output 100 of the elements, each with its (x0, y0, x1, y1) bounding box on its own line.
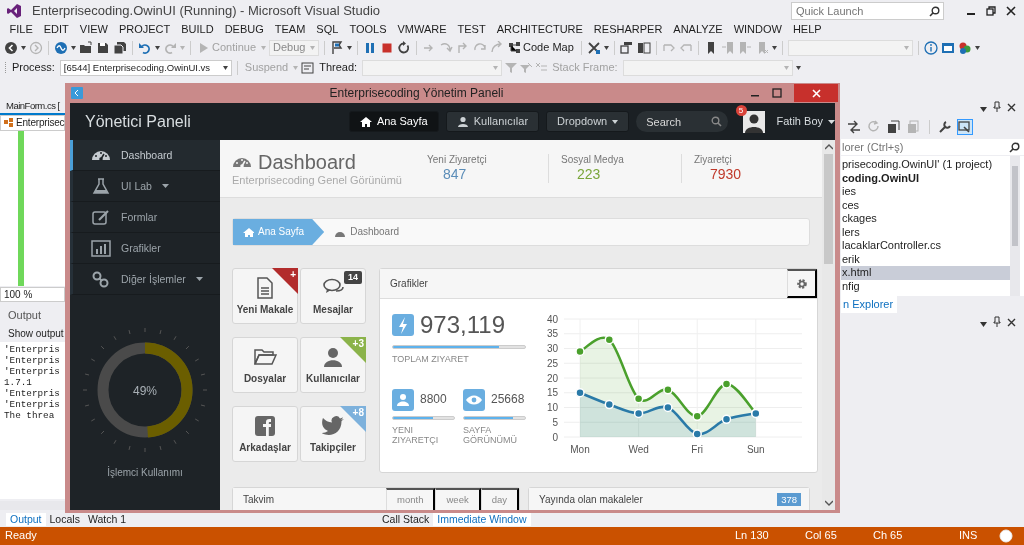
info-icon[interactable] (923, 41, 938, 55)
menu-item[interactable]: TEST (452, 23, 492, 37)
member-dropdown[interactable]: Enterprisec (0, 115, 65, 131)
tree-item[interactable]: ies (841, 185, 1010, 199)
panel-tab[interactable]: Immediate Window (433, 513, 531, 526)
close-button[interactable] (794, 84, 838, 102)
panel-tab[interactable]: n Explorer (841, 296, 898, 314)
scroll-thumb[interactable] (1012, 166, 1018, 246)
menu-item[interactable]: FILE (4, 23, 39, 37)
caret-icon[interactable] (155, 46, 160, 50)
restore-icon[interactable] (986, 6, 996, 16)
caret-icon[interactable] (347, 46, 353, 50)
caret-icon[interactable] (21, 46, 26, 50)
menu-item[interactable]: ANALYZE (667, 23, 729, 37)
menu-item[interactable]: BUILD (175, 23, 220, 37)
diagram-icon[interactable] (509, 42, 521, 54)
open-folder-icon[interactable] (79, 41, 93, 55)
scrollbar[interactable] (822, 140, 835, 510)
tree-item[interactable]: lers (841, 225, 1010, 239)
restart-icon[interactable] (397, 41, 412, 55)
tree-item[interactable]: prisecoding.OwinUI' (1 project) (841, 158, 1010, 172)
card-title: Yayında olan makaleler (538, 493, 644, 506)
axis-label: 5 (552, 416, 558, 428)
menu-item[interactable]: PROJECT (113, 23, 176, 37)
menu-item[interactable]: TOOLS (343, 23, 392, 37)
caret-icon[interactable] (603, 46, 609, 50)
nav-button[interactable]: Ana Sayfa (348, 111, 439, 132)
menu-item[interactable]: WINDOW (728, 23, 788, 37)
tile-button[interactable]: Arkadaşlar (232, 406, 298, 462)
search-field[interactable]: lorer (Ctrl+ş) (841, 139, 1024, 155)
dropdown-icon[interactable] (980, 322, 987, 328)
sync-arrows-icon[interactable] (847, 120, 861, 134)
user-menu[interactable]: Fatih Boy (776, 114, 835, 129)
character-number: Ch 65 (873, 529, 904, 543)
scrollbar[interactable] (1010, 156, 1020, 296)
breadcrumb-item[interactable]: Dashboard (324, 219, 410, 245)
maximize-icon[interactable] (772, 88, 782, 98)
quick-launch-field[interactable]: Quick Launch (791, 2, 944, 20)
menu-item[interactable]: RESHARPER (588, 23, 668, 37)
panel-tab[interactable]: Call Stack (378, 513, 434, 526)
wrench-icon[interactable] (938, 120, 952, 134)
menu-item[interactable]: VMWARE (391, 23, 453, 37)
dropdown-icon[interactable] (980, 107, 987, 112)
properties-icon[interactable] (619, 41, 634, 55)
close-icon[interactable] (1007, 318, 1016, 328)
tree-item[interactable]: nfig (841, 279, 1010, 293)
menu-item[interactable]: SQL (310, 23, 344, 37)
window-icon[interactable] (940, 41, 955, 55)
colored-balls-icon[interactable] (957, 41, 972, 55)
caret-icon[interactable] (974, 46, 980, 50)
caret-icon[interactable] (71, 46, 76, 50)
panel-tab[interactable]: Locals (45, 513, 84, 526)
tree-item[interactable]: ces (841, 198, 1010, 212)
tile-button[interactable]: Kullanıcılar +3 (300, 337, 366, 393)
view-button[interactable]: day (480, 487, 519, 510)
scroll-thumb[interactable] (824, 154, 833, 264)
search-field[interactable]: Search (636, 111, 729, 132)
collapse-icon[interactable] (887, 120, 901, 134)
sidebar-item[interactable]: Dashboard (70, 140, 220, 171)
menu-item[interactable]: ARCHITECTURE (491, 23, 589, 37)
view-button[interactable]: month (386, 487, 436, 510)
caret-icon[interactable] (771, 46, 777, 50)
tree-item[interactable]: x.html (841, 266, 1010, 280)
stop-icon[interactable] (380, 41, 395, 55)
settings-button[interactable] (787, 269, 817, 298)
tile-button[interactable]: Yeni Makale + (232, 268, 298, 324)
infinity-icon[interactable] (54, 41, 68, 55)
menu-item[interactable]: HELP (787, 23, 828, 37)
tree-item[interactable]: ckages (841, 212, 1010, 226)
panel-tab[interactable]: Output (6, 513, 46, 526)
save-all-icon[interactable] (113, 41, 127, 55)
process-dropdown[interactable]: [6544] Enterprisecoding.OwinUI.vs (59, 60, 232, 76)
data-point (692, 429, 702, 439)
panels-icon[interactable] (636, 41, 651, 55)
close-icon[interactable] (1007, 103, 1016, 112)
close-icon[interactable] (1006, 6, 1016, 16)
save-icon[interactable] (96, 41, 110, 55)
nav-button[interactable]: Kullanıcılar (445, 111, 540, 132)
tile-button[interactable]: Takipçiler +8 (300, 406, 366, 462)
total-value: 973,119 (420, 311, 505, 340)
toolbar-button[interactable]: Code Map (523, 41, 574, 55)
scrollbar[interactable] (0, 501, 65, 510)
zoom-dropdown[interactable]: 100 % (0, 286, 65, 302)
panel-tab[interactable]: Watch 1 (83, 513, 130, 526)
menu-item[interactable]: EDIT (38, 23, 75, 37)
pin-icon[interactable] (993, 316, 1001, 328)
tree-item[interactable]: coding.OwinUI (841, 171, 1010, 185)
tools-icon[interactable] (586, 41, 601, 55)
tile-button[interactable]: Mesajlar 14 (300, 268, 366, 324)
pin-icon[interactable] (993, 101, 1001, 112)
bolt-icon (392, 314, 414, 337)
tile-button[interactable]: Dosyalar (232, 337, 298, 393)
menu-item[interactable]: DEBUG (219, 23, 270, 37)
preview-icon[interactable] (958, 120, 972, 134)
nav-button[interactable]: Dropdown (546, 111, 630, 132)
tree-item[interactable]: erik (841, 252, 1010, 266)
menu-item[interactable]: VIEW (74, 23, 114, 37)
menu-item[interactable]: TEAM (269, 23, 311, 37)
tree-item[interactable]: lacaklarController.cs (841, 239, 1010, 253)
undo-icon[interactable] (138, 41, 152, 55)
